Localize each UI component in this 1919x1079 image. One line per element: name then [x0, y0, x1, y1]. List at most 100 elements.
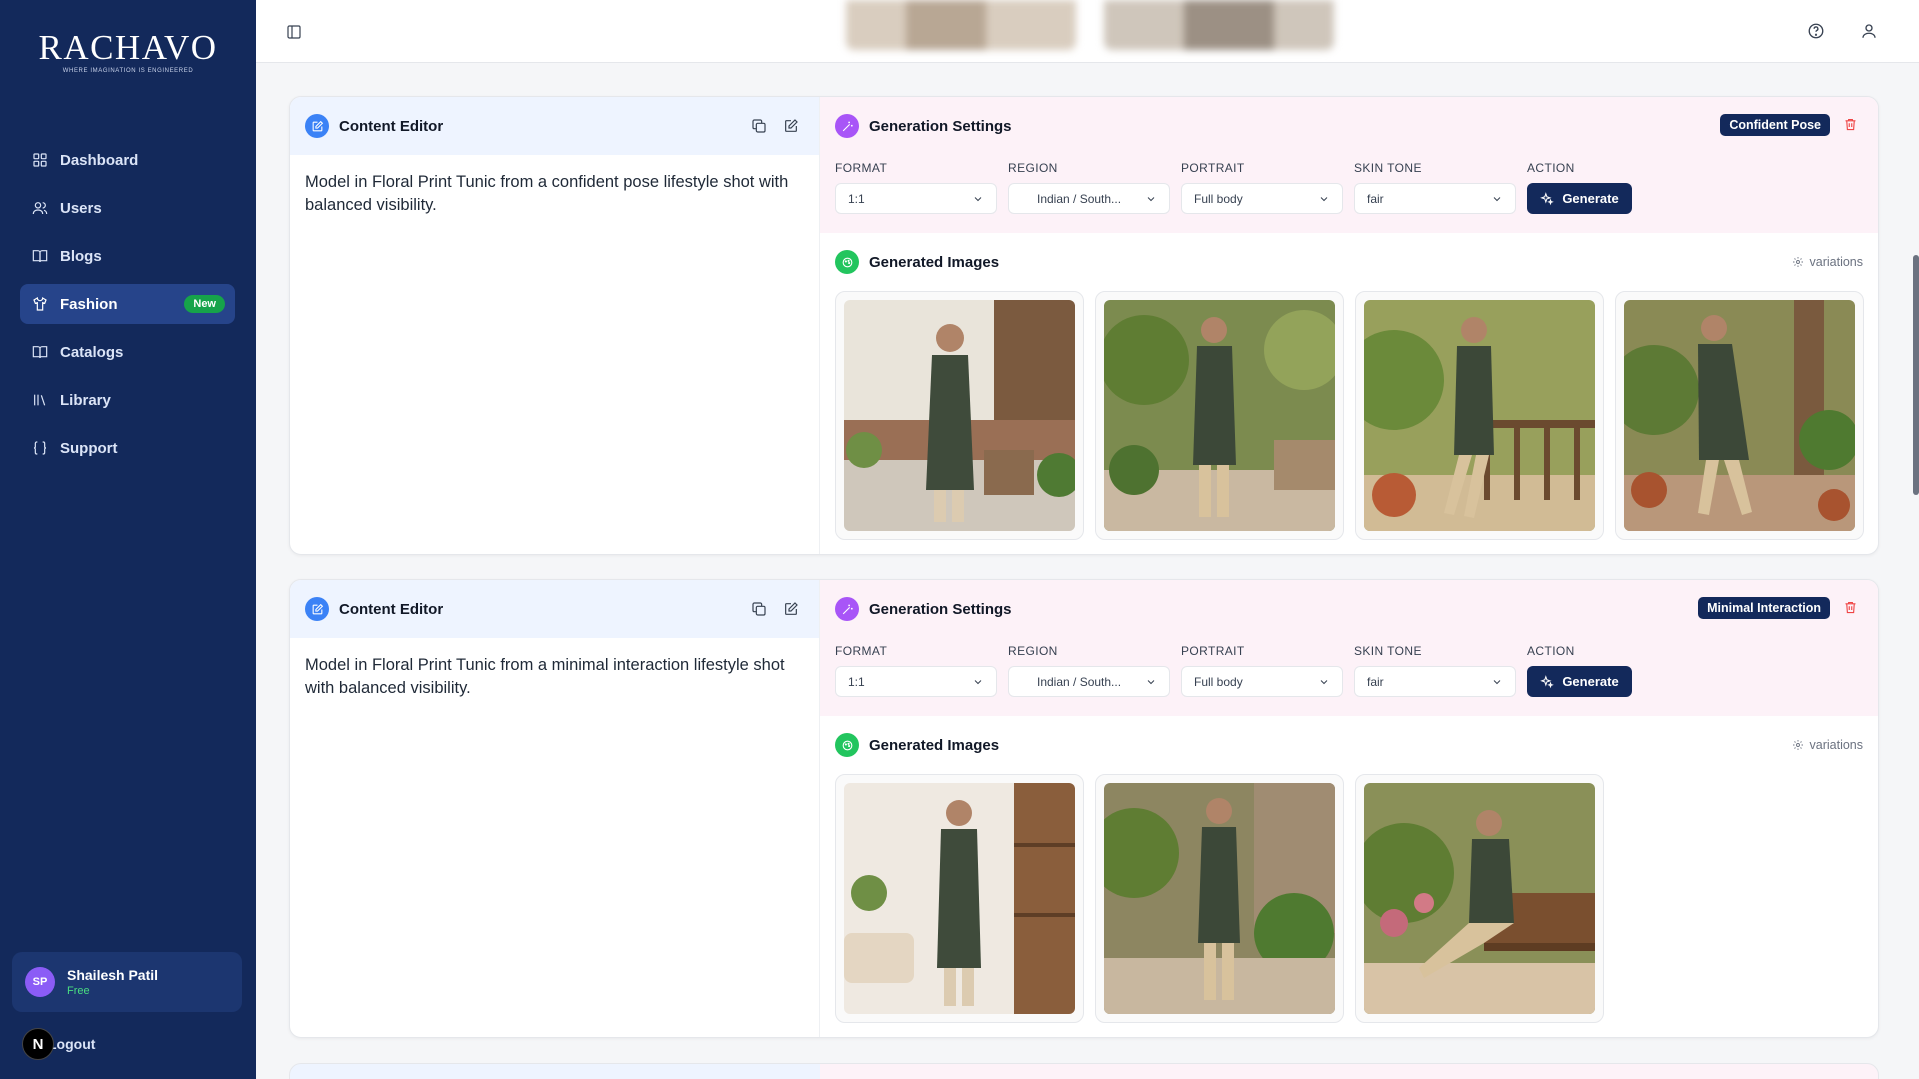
brand-logo[interactable]: RACHAVO WHERE IMAGINATION IS ENGINEERED [0, 30, 256, 74]
chevron-down-icon [972, 193, 984, 205]
sidebar-toggle-icon[interactable] [286, 24, 302, 40]
generated-image[interactable] [835, 291, 1084, 540]
format-select[interactable]: 1:1 [835, 666, 997, 697]
content-editor-title: Content Editor [339, 117, 444, 135]
generation-settings: Generation Settings Confident Pose FORMA… [820, 97, 1878, 233]
action-label: ACTION [1527, 644, 1575, 658]
skin-tone-select[interactable]: fair [1354, 183, 1516, 214]
content-editor-pane: Content Editor Model in Floral Print Tun… [290, 97, 820, 554]
user-name: Shailesh Patil [67, 967, 159, 983]
generated-image-photo [1364, 300, 1595, 531]
generate-label: Generate [1562, 191, 1619, 206]
sidebar-item-label: Users [60, 199, 102, 217]
chevron-down-icon [1491, 676, 1503, 688]
sidebar-item-library[interactable]: Library [20, 380, 235, 420]
region-value: Indian / South... [1037, 191, 1122, 206]
previous-generated-image-peek [846, 0, 1076, 50]
generated-image-photo [844, 300, 1075, 531]
logout-button[interactable]: N Logout [22, 1028, 95, 1060]
portrait-value: Full body [1194, 191, 1243, 206]
generated-image[interactable] [1355, 774, 1604, 1023]
format-value: 1:1 [848, 674, 865, 689]
content-card: Content Editor Model in Floral Print Tun… [289, 96, 1879, 555]
generate-button[interactable]: Generate [1527, 183, 1632, 214]
wand-icon [835, 597, 859, 621]
user-plan: Free [67, 985, 90, 997]
sidebar-item-support[interactable]: Support [20, 428, 235, 468]
chevron-down-icon [1145, 676, 1157, 688]
grid-icon [32, 152, 48, 168]
library-icon [32, 392, 48, 408]
skin-tone-label: SKIN TONE [1354, 644, 1422, 658]
gear-icon [1792, 740, 1803, 750]
content-editor-text[interactable]: Model in Floral Print Tunic from a minim… [290, 638, 819, 717]
variations-label: variations [1809, 738, 1864, 752]
portrait-label: PORTRAIT [1181, 644, 1245, 658]
generated-image[interactable] [1615, 291, 1864, 540]
generation-settings-title: Generation Settings [869, 117, 1012, 135]
generated-image-photo [1104, 783, 1335, 1014]
top-bar [256, 0, 1919, 63]
sidebar-nav: Dashboard Users Blogs Fashion New Catalo… [20, 140, 235, 476]
sidebar-item-dashboard[interactable]: Dashboard [20, 140, 235, 180]
edit-icon[interactable] [783, 118, 799, 134]
variant-badge: Minimal Interaction [1698, 597, 1830, 619]
generated-image[interactable] [1355, 291, 1604, 540]
sparkles-icon [1540, 191, 1555, 205]
sidebar-item-fashion[interactable]: Fashion New [20, 284, 235, 324]
generation-settings-title: Generation Settings [869, 600, 1012, 618]
trash-icon[interactable] [1843, 117, 1858, 132]
edit-square-icon [305, 114, 329, 138]
generate-label: Generate [1562, 674, 1619, 689]
braces-icon [32, 440, 48, 456]
portrait-select[interactable]: Full body [1181, 666, 1343, 697]
book-open-icon [32, 248, 48, 264]
portrait-value: Full body [1194, 674, 1243, 689]
content-card: Content Editor Model in Floral Print Tun… [289, 579, 1879, 1038]
generated-images-section: Generated Images variations [820, 233, 1878, 554]
generated-image[interactable] [1095, 774, 1344, 1023]
trash-icon[interactable] [1843, 600, 1858, 615]
page-scrollbar[interactable] [1913, 255, 1919, 495]
skin-tone-select[interactable]: fair [1354, 666, 1516, 697]
action-label: ACTION [1527, 161, 1575, 175]
sidebar-item-users[interactable]: Users [20, 188, 235, 228]
generated-image-photo [844, 783, 1075, 1014]
variations-label: variations [1809, 255, 1864, 269]
content-editor-text[interactable]: Model in Floral Print Tunic from a confi… [290, 155, 819, 234]
format-value: 1:1 [848, 191, 865, 206]
chevron-down-icon [1491, 193, 1503, 205]
generate-button[interactable]: Generate [1527, 666, 1632, 697]
sparkles-icon [1540, 674, 1555, 688]
generated-image[interactable] [835, 774, 1084, 1023]
copy-icon[interactable] [751, 118, 767, 134]
generated-image[interactable] [1095, 291, 1344, 540]
generated-image-photo [1104, 300, 1335, 531]
sidebar-item-blogs[interactable]: Blogs [20, 236, 235, 276]
variations-button[interactable]: variations [1792, 738, 1864, 752]
user-profile-card[interactable]: SP Shailesh Patil Free [12, 952, 242, 1012]
avatar: SP [25, 967, 55, 997]
next-logo-icon[interactable]: N [22, 1028, 54, 1060]
generated-image-photo [1364, 783, 1595, 1014]
sidebar-item-catalogs[interactable]: Catalogs [20, 332, 235, 372]
edit-icon[interactable] [783, 601, 799, 617]
users-icon [32, 200, 48, 216]
format-label: FORMAT [835, 644, 888, 658]
next-content-card-peek [289, 1063, 1879, 1079]
sidebar-item-label: Support [60, 439, 118, 457]
variations-button[interactable]: variations [1792, 255, 1864, 269]
content-editor-title: Content Editor [339, 600, 444, 618]
portrait-select[interactable]: Full body [1181, 183, 1343, 214]
skin-tone-value: fair [1367, 191, 1384, 206]
generated-image-photo [1624, 300, 1855, 531]
skin-tone-label: SKIN TONE [1354, 161, 1422, 175]
help-circle-icon[interactable] [1807, 22, 1825, 40]
user-icon[interactable] [1860, 22, 1878, 40]
format-select[interactable]: 1:1 [835, 183, 997, 214]
region-select[interactable]: Indian / South... [1008, 183, 1170, 214]
generated-images-title: Generated Images [869, 736, 1000, 754]
generation-settings: Generation Settings Minimal Interaction … [820, 580, 1878, 716]
copy-icon[interactable] [751, 601, 767, 617]
region-select[interactable]: Indian / South... [1008, 666, 1170, 697]
